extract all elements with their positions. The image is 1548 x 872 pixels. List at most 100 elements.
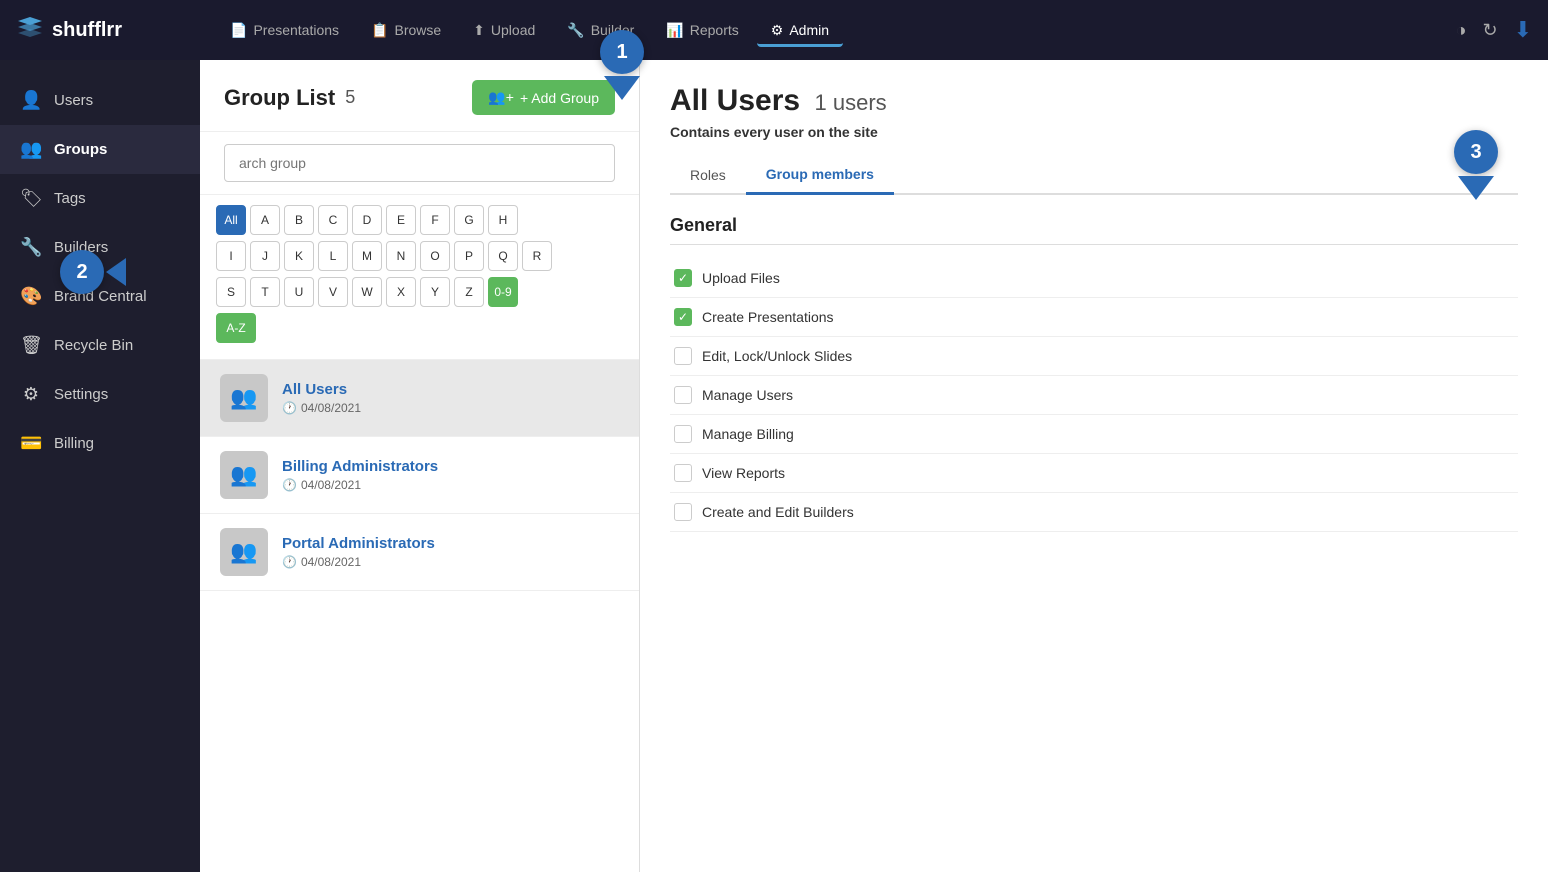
alpha-m[interactable]: M [352,241,382,271]
nav-presentations[interactable]: 📄 Presentations [216,14,353,47]
alpha-c[interactable]: C [318,205,348,235]
sidebar-item-users[interactable]: 👤 Users [0,76,200,125]
alpha-i[interactable]: I [216,241,246,271]
alpha-h[interactable]: H [488,205,518,235]
alpha-t[interactable]: T [250,277,280,307]
alpha-0-9[interactable]: 0-9 [488,277,518,307]
sidebar-item-groups[interactable]: 👥 Groups [0,125,200,174]
upload-icon: ⬆ [473,22,485,39]
billing-icon: 💳 [20,433,42,454]
alpha-e[interactable]: E [386,205,416,235]
group-item-billing-admins[interactable]: 👥 Billing Administrators 🕐 04/08/2021 [200,437,639,514]
alpha-g[interactable]: G [454,205,484,235]
add-group-icon: 👥+ [488,89,514,106]
alpha-j[interactable]: J [250,241,280,271]
detail-header: All Users 1 users [670,84,1518,118]
sidebar-item-recycle-bin[interactable]: 🗑 Recycle Bin [0,321,200,370]
alpha-p[interactable]: P [454,241,484,271]
sidebar-item-settings[interactable]: ⚙ Settings [0,370,200,419]
alpha-v[interactable]: V [318,277,348,307]
alpha-q[interactable]: Q [488,241,518,271]
alpha-y[interactable]: Y [420,277,450,307]
role-item-view-reports: View Reports [670,454,1518,493]
alpha-n[interactable]: N [386,241,416,271]
logo-area: shufflrr [16,15,216,45]
contrast-icon[interactable]: ◑ [1456,20,1467,41]
group-list-section: Group List 5 👥+ + Add Group All [200,60,640,872]
role-label-upload-files: Upload Files [702,270,780,286]
browse-icon: 📋 [371,22,388,39]
refresh-icon[interactable]: ↻ [1482,20,1497,41]
alpha-l[interactable]: L [318,241,348,271]
alpha-u[interactable]: U [284,277,314,307]
checkbox-edit-slides[interactable] [674,347,692,365]
tabs-bar: Roles Group members [670,156,1518,195]
role-label-create-builders: Create and Edit Builders [702,504,854,520]
group-item-all-users[interactable]: 👥 All Users 🕐 04/08/2021 [200,360,639,437]
group-item-portal-admins[interactable]: 👥 Portal Administrators 🕐 04/08/2021 [200,514,639,591]
search-group-input[interactable] [224,144,615,182]
content-area: Group List 5 👥+ + Add Group All [200,60,1548,872]
nav-builder[interactable]: 🔧 Builder [553,14,648,47]
alpha-all[interactable]: All [216,205,246,235]
role-label-edit-slides: Edit, Lock/Unlock Slides [702,348,852,364]
alpha-a[interactable]: A [250,205,280,235]
group-count: 5 [345,87,355,108]
role-label-manage-billing: Manage Billing [702,426,794,442]
nav-right: ◑ ↻ ⬇ [1456,17,1532,43]
group-created-portal-admins: 🕐 04/08/2021 [282,555,435,569]
alpha-r[interactable]: R [522,241,552,271]
alpha-f[interactable]: F [420,205,450,235]
sidebar-item-brand-central[interactable]: 🎨 Brand Central [0,272,200,321]
role-item-create-presentations: ✓ Create Presentations [670,298,1518,337]
top-nav: shufflrr 📄 Presentations 📋 Browse ⬆ Uplo… [0,0,1548,60]
group-list-title: Group List 5 [224,85,355,111]
alpha-k[interactable]: K [284,241,314,271]
nav-reports[interactable]: 📊 Reports [652,14,752,47]
roles-section-title: General [670,215,1518,245]
group-info-all-users: All Users 🕐 04/08/2021 [282,381,361,415]
group-name-billing-admins: Billing Administrators [282,458,438,475]
checkbox-view-reports[interactable] [674,464,692,482]
alpha-z[interactable]: Z [454,277,484,307]
sidebar-item-billing[interactable]: 💳 Billing [0,419,200,468]
alpha-o[interactable]: O [420,241,450,271]
checkbox-create-builders[interactable] [674,503,692,521]
admin-icon: ⚙ [771,22,784,39]
clock-icon-3: 🕐 [282,555,297,569]
sidebar: 👤 Users 👥 Groups 🏷 Tags 🔧 Builders 🎨 Bra… [0,60,200,872]
group-info-billing-admins: Billing Administrators 🕐 04/08/2021 [282,458,438,492]
presentations-icon: 📄 [230,22,247,39]
groups-icon: 👥 [20,139,42,160]
tab-group-members[interactable]: Group members [746,156,894,195]
group-list: 👥 All Users 🕐 04/08/2021 👥 [200,360,639,872]
alpha-az-button[interactable]: A-Z [216,313,256,343]
detail-section: All Users 1 users Contains every user on… [640,60,1548,872]
main-layout: 👤 Users 👥 Groups 🏷 Tags 🔧 Builders 🎨 Bra… [0,60,1548,872]
alpha-s[interactable]: S [216,277,246,307]
checkbox-create-presentations[interactable]: ✓ [674,308,692,326]
page-wrapper: shufflrr 📄 Presentations 📋 Browse ⬆ Uplo… [0,0,1548,872]
checkbox-manage-billing[interactable] [674,425,692,443]
alpha-x[interactable]: X [386,277,416,307]
download-arrow-icon[interactable]: ⬇ [1514,17,1532,43]
checkbox-upload-files[interactable]: ✓ [674,269,692,287]
group-list-header: Group List 5 👥+ + Add Group [200,60,639,132]
role-label-create-presentations: Create Presentations [702,309,834,325]
add-group-button[interactable]: 👥+ + Add Group [472,80,615,115]
search-area [200,132,639,195]
nav-upload[interactable]: ⬆ Upload [459,14,549,47]
group-name-portal-admins: Portal Administrators [282,535,435,552]
sidebar-item-builders[interactable]: 🔧 Builders [0,223,200,272]
group-created-billing-admins: 🕐 04/08/2021 [282,478,438,492]
alpha-b[interactable]: B [284,205,314,235]
nav-admin[interactable]: ⚙ Admin [757,14,843,47]
detail-title: All Users [670,84,800,117]
nav-browse[interactable]: 📋 Browse [357,14,455,47]
alpha-d[interactable]: D [352,205,382,235]
tab-roles[interactable]: Roles [670,156,746,193]
detail-subtitle: Contains every user on the site [670,124,1518,140]
sidebar-item-tags[interactable]: 🏷 Tags [0,174,200,223]
checkbox-manage-users[interactable] [674,386,692,404]
alpha-w[interactable]: W [352,277,382,307]
